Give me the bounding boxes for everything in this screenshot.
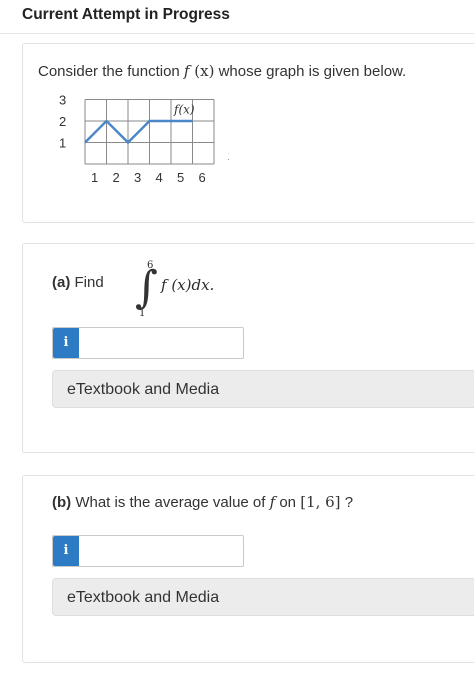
x-tick-label: 4 [156,170,163,185]
page-title: Current Attempt in Progress [22,6,230,23]
x-tick-label: 5 [177,170,184,185]
y-tick-labels: 3 2 1 [59,93,66,151]
x-tick-labels: 123456 [91,170,206,185]
integral-lower-limit: 1 [139,308,146,319]
part-a-etextbook-media-button[interactable]: eTextbook and Media [52,370,474,408]
part-a-answer-box: i [52,327,244,359]
part-b-etextbook-media-button[interactable]: eTextbook and Media [52,578,474,616]
part-a-answer-input[interactable] [80,328,244,358]
x-tick-label: 3 [134,170,141,185]
x-tick-label: 6 [199,170,206,185]
part-b-question: (b) What is the average value of f on [1… [52,493,354,511]
x-axis-variable: x [228,149,229,163]
y-tick-label: 2 [59,114,66,129]
intro-prompt: Consider the function f (x) whose graph … [38,62,407,80]
part-b-card: (b) What is the average value of f on [1… [22,475,474,663]
part-a-card: (a) Find ∫ 6 1 f (x)dx. i eTextbook and … [22,243,474,453]
function-label: f(x) [173,103,195,117]
graph-grid [84,99,215,165]
function-line [84,119,193,145]
x-tick-label: 1 [91,170,98,185]
y-tick-label: 1 [59,136,66,151]
definite-integral: ∫ 6 1 f (x)dx. [89,260,249,322]
y-tick-label: 3 [59,93,66,108]
integrand: f (x)dx. [161,276,215,294]
x-tick-label: 2 [113,170,120,185]
integral-upper-limit: 6 [147,260,154,271]
info-icon[interactable]: i [53,328,79,358]
function-graph: 321 123456 f(x) x [59,93,229,186]
info-icon[interactable]: i [53,536,79,566]
intro-card: Consider the function f (x) whose graph … [22,43,474,223]
part-b-answer-input[interactable] [80,536,244,566]
header-divider [0,33,474,34]
part-b-answer-box: i [52,535,244,567]
